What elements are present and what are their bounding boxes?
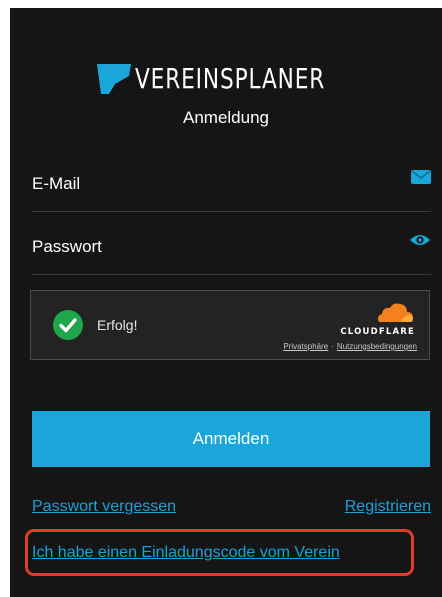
email-field[interactable]: E-Mail bbox=[32, 151, 431, 212]
login-button[interactable]: Anmelden bbox=[32, 411, 430, 467]
page-title: Anmeldung bbox=[182, 108, 269, 127]
privacy-link[interactable]: Privatsphäre bbox=[283, 342, 328, 351]
password-label: Passwort bbox=[32, 237, 102, 256]
app-logo: VEREINSPLANER bbox=[10, 64, 442, 94]
cloudflare-cloud-icon bbox=[378, 303, 413, 322]
eye-icon[interactable] bbox=[409, 233, 431, 247]
brand-name: VEREINSPLANER bbox=[135, 62, 326, 95]
terms-link[interactable]: Nutzungsbedingungen bbox=[337, 342, 417, 351]
check-circle-icon bbox=[53, 310, 83, 340]
captcha-status: Erfolg! bbox=[97, 317, 138, 333]
email-label: E-Mail bbox=[32, 174, 81, 193]
password-field[interactable]: Passwort bbox=[32, 214, 431, 275]
cloudflare-logo-text: CLOUDFLARE bbox=[340, 327, 415, 337]
link-separator: · bbox=[331, 342, 334, 351]
captcha-widget: Erfolg! CLOUDFLARE Privatsphäre · Nutzungs… bbox=[30, 290, 430, 360]
envelope-icon bbox=[411, 170, 431, 184]
logo-flag-icon bbox=[97, 64, 132, 94]
forgot-password-link[interactable]: Passwort vergessen bbox=[32, 498, 176, 516]
highlight-annotation bbox=[25, 529, 414, 576]
login-screen: VEREINSPLANER Anmeldung E-Mail Passwort … bbox=[10, 8, 442, 597]
register-link[interactable]: Registrieren bbox=[345, 498, 431, 516]
captcha-links: Privatsphäre · Nutzungsbedingungen bbox=[283, 342, 417, 351]
